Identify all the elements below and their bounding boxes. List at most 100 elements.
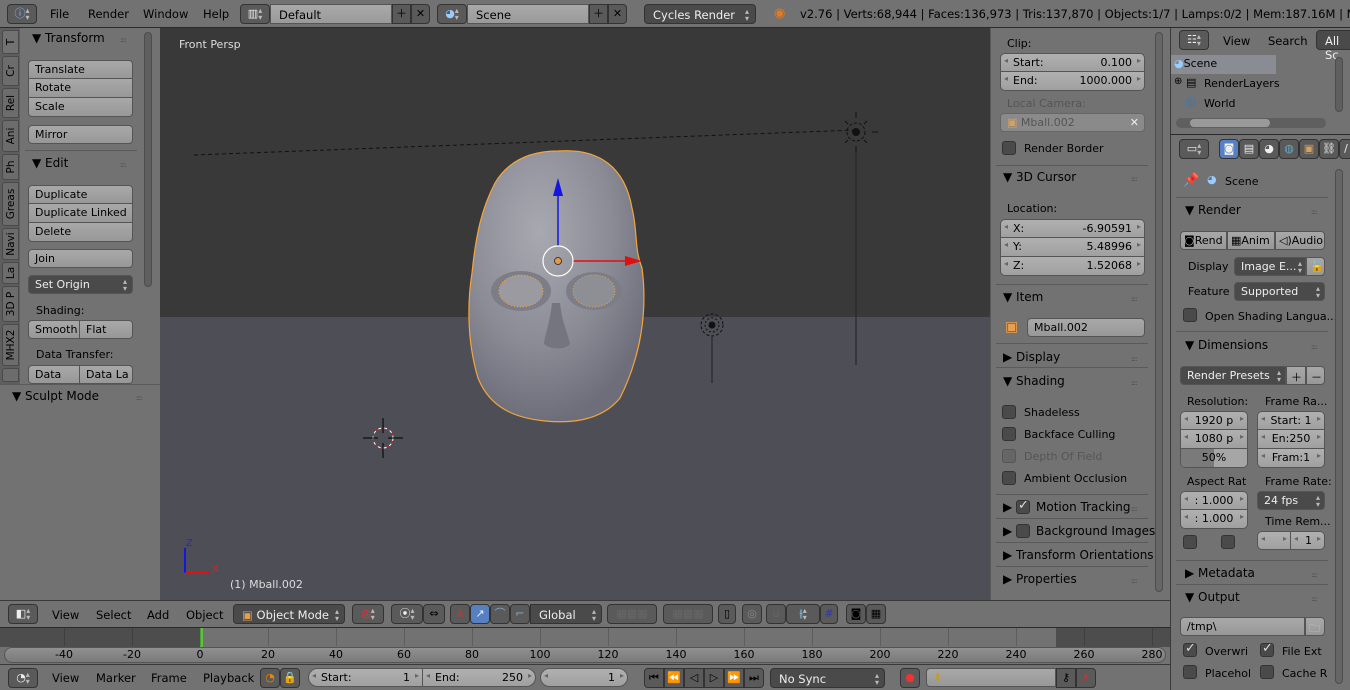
clip-end-field[interactable]: End: 1000.000 <box>1000 72 1145 91</box>
output-panel-header[interactable]: ▼ Output <box>1185 590 1240 604</box>
manipulate-center-toggle[interactable]: ⇔ <box>423 604 445 624</box>
menu-add[interactable]: Add <box>147 608 169 622</box>
properties-panel-header[interactable]: ▶ Properties <box>1003 572 1077 586</box>
delete-keyframe-button[interactable]: ✗ <box>1076 668 1096 688</box>
render-context-tab[interactable]: ◙ <box>1219 139 1239 159</box>
outliner-row-world[interactable]: ◍ World <box>1171 94 1331 113</box>
play-button[interactable]: ▷ <box>704 668 724 688</box>
screen-layout-button[interactable]: ▥▴ ▾ <box>240 4 270 24</box>
tab-empty[interactable] <box>2 368 19 382</box>
drag-grip-icon[interactable]: :::: <box>1131 379 1138 387</box>
overwrite-checkbox[interactable] <box>1183 641 1197 657</box>
outliner-editor-type-button[interactable]: ☷▴ ▾ <box>1179 30 1209 50</box>
frame-start-field[interactable]: Start: 1 <box>1257 411 1325 430</box>
timeline[interactable] <box>0 627 1170 664</box>
object-name-field[interactable]: Mball.002 <box>1027 318 1145 337</box>
delete-button[interactable]: Delete <box>28 223 133 242</box>
viewport-shading-select[interactable]: ◎▴ ▾ <box>352 604 384 624</box>
drag-grip-icon[interactable]: :::: <box>1311 595 1318 603</box>
menu-select[interactable]: Select <box>96 608 131 622</box>
menu-help[interactable]: Help <box>203 7 229 21</box>
data-layout-button[interactable]: Data La <box>80 365 133 384</box>
placeholders-checkbox[interactable] <box>1183 665 1197 679</box>
menu-view[interactable]: View <box>52 608 79 622</box>
properties-editor-type-button[interactable]: ▭▴ ▾ <box>1179 139 1209 159</box>
aspect-x-field[interactable]: : 1.000 <box>1180 491 1248 510</box>
animation-button[interactable]: ▦Anim <box>1227 231 1275 250</box>
time-remap-old-field[interactable] <box>1257 531 1291 550</box>
lock-interface-toggle[interactable]: 🔓 <box>1306 257 1325 276</box>
menu-file[interactable]: File <box>50 7 69 21</box>
pin-icon[interactable]: 📌 <box>1183 173 1199 188</box>
modifiers-context-tab[interactable]: / <box>1339 139 1350 159</box>
osl-checkbox[interactable] <box>1183 308 1197 322</box>
browse-folder-button[interactable]: 🗀 <box>1305 617 1325 636</box>
object-context-tab[interactable]: ▣ <box>1299 139 1319 159</box>
outliner-row-scene[interactable]: ◕Scene <box>1171 55 1276 74</box>
constraints-context-tab[interactable]: ⛓ <box>1319 139 1339 159</box>
scene-layers-grid-2[interactable]: ▦▦▦ <box>663 604 713 624</box>
3d-cursor-panel-header[interactable]: ▼ 3D Cursor <box>1003 170 1076 184</box>
render-button[interactable]: ◙Rend <box>1180 231 1227 250</box>
rotate-manipulator-toggle[interactable]: ⌒ <box>490 604 510 624</box>
drag-grip-icon[interactable]: :::: <box>1311 343 1318 351</box>
aspect-y-field[interactable]: : 1.000 <box>1180 510 1248 529</box>
shade-smooth-button[interactable]: Smooth <box>28 320 80 339</box>
drag-grip-icon[interactable]: :::: <box>1311 571 1318 579</box>
output-path-field[interactable]: /tmp\ <box>1180 617 1305 636</box>
timeline-scrollbar[interactable] <box>4 647 1166 663</box>
backface-culling-checkbox[interactable] <box>1002 427 1016 441</box>
sculpt-panel-header[interactable]: ▼ Sculpt Mode <box>12 389 99 403</box>
depth-of-field-checkbox[interactable] <box>1002 449 1016 463</box>
drag-grip-icon[interactable]: :::: <box>120 161 127 169</box>
scene-select-button[interactable]: ◕▴ ▾ <box>437 4 467 24</box>
tab-create[interactable]: Cr <box>2 56 19 86</box>
3d-cursor-icon[interactable] <box>363 418 403 458</box>
3d-viewport[interactable]: Front Persp Z X (1) Mball.002 <box>160 28 990 600</box>
mirror-button[interactable]: Mirror <box>28 125 133 144</box>
remove-layout-button[interactable]: ✕ <box>411 4 430 24</box>
scene-layers-grid-1[interactable]: ▦▦▦ <box>607 604 657 624</box>
tab-animation[interactable]: Ani <box>2 120 19 152</box>
time-remap-new-field[interactable]: 1 <box>1291 531 1325 550</box>
scale-button[interactable]: Scale <box>28 98 133 117</box>
remove-preset-button[interactable]: － <box>1306 366 1325 385</box>
set-origin-dropdown[interactable]: Set Origin ▴ ▾ <box>28 275 133 294</box>
add-layout-button[interactable]: ＋ <box>392 4 411 24</box>
scene-context-tab[interactable]: ◕ <box>1259 139 1279 159</box>
drag-grip-icon[interactable]: :::: <box>1311 208 1318 216</box>
clip-start-field[interactable]: Start: 0.100 <box>1000 53 1145 72</box>
duplicate-button[interactable]: Duplicate <box>28 185 133 204</box>
end-frame-field[interactable]: End: 250 <box>423 668 536 687</box>
shading-panel-header[interactable]: ▼ Shading <box>1003 374 1065 388</box>
tab-physics[interactable]: Ph <box>2 154 19 180</box>
cursor-y-field[interactable]: Y: 5.48996 <box>1000 238 1145 257</box>
render-panel-header[interactable]: ▼ Render <box>1185 203 1241 217</box>
drag-grip-icon[interactable]: :::: <box>1131 577 1138 585</box>
outliner-view-menu[interactable]: View <box>1223 34 1250 48</box>
scale-manipulator-toggle[interactable]: ⌐ <box>510 604 530 624</box>
menu-object[interactable]: Object <box>186 608 223 622</box>
outliner-hscroll-track[interactable] <box>1176 118 1326 128</box>
layout-name-field[interactable]: Default <box>270 4 392 24</box>
lock-layers-toggle[interactable]: ▯ <box>718 604 736 624</box>
sync-mode-select[interactable]: No Sync ▴ ▾ <box>770 668 885 688</box>
point-lamp-icon[interactable] <box>700 313 724 383</box>
npanel-scrollbar[interactable] <box>1155 32 1163 592</box>
manipulator-toggle[interactable]: ⅄ <box>450 604 470 624</box>
keying-set-field[interactable]: ⚷ <box>926 668 1056 687</box>
start-frame-field[interactable]: Start: 1 <box>308 668 423 687</box>
cursor-z-field[interactable]: Z: 1.52068 <box>1000 257 1145 276</box>
remove-scene-button[interactable]: ✕ <box>608 4 627 24</box>
motion-tracking-checkbox[interactable] <box>1016 498 1030 514</box>
outliner-hscroll-thumb[interactable] <box>1190 119 1270 127</box>
menu-view[interactable]: View <box>52 671 79 685</box>
background-images-checkbox[interactable] <box>1016 524 1030 538</box>
outliner-display-mode-select[interactable]: All Sc <box>1316 30 1350 62</box>
feature-set-select[interactable]: Supported ▴ ▾ <box>1234 282 1325 301</box>
frame-end-field[interactable]: En:250 <box>1257 430 1325 449</box>
shade-flat-button[interactable]: Flat <box>80 320 133 339</box>
render-engine-select[interactable]: Cycles Render ▴ ▾ <box>644 4 756 24</box>
translate-button[interactable]: Translate <box>28 60 133 79</box>
item-panel-header[interactable]: ▼ Item <box>1003 290 1043 304</box>
